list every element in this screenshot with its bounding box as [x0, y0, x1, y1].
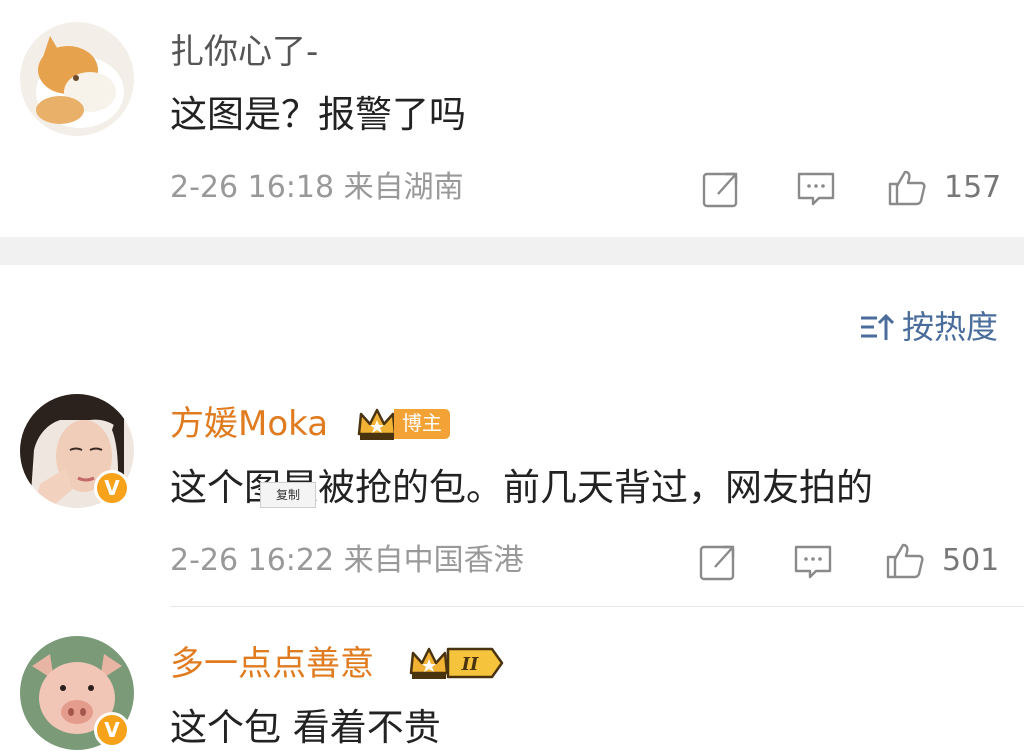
- share-icon[interactable]: [700, 168, 742, 210]
- blogger-tag: 博主: [394, 409, 450, 439]
- comment-icon[interactable]: [792, 541, 834, 583]
- verified-badge: V: [94, 712, 130, 748]
- like-count: 157: [944, 170, 1002, 205]
- username[interactable]: 方媛Moka: [170, 404, 328, 444]
- level-badge[interactable]: II: [408, 643, 504, 683]
- timestamp: 2-26 16:22: [170, 543, 335, 578]
- location: 来自湖南: [343, 170, 464, 205]
- username[interactable]: 扎你心了-: [170, 32, 318, 72]
- sort-by-hot-button[interactable]: 按热度: [858, 308, 998, 346]
- comment-icon[interactable]: [795, 168, 837, 210]
- crown-icon: [409, 647, 449, 679]
- username[interactable]: 多一点点善意: [170, 644, 374, 684]
- avatar-woman[interactable]: V: [20, 394, 134, 508]
- cat-avatar-icon: [20, 22, 134, 136]
- timestamp: 2-26 16:18: [170, 170, 335, 205]
- comment-meta: 2-26 16:22 来自中国香港: [170, 543, 524, 579]
- copy-menu-item[interactable]: 复制: [260, 482, 316, 508]
- comment-text: 这图是？报警了吗: [170, 93, 466, 136]
- thumbs-up-icon[interactable]: [884, 539, 926, 581]
- blogger-badge[interactable]: 博主: [356, 404, 450, 444]
- like-count: 501: [942, 543, 1000, 578]
- sort-icon: [860, 313, 894, 340]
- share-icon[interactable]: [697, 541, 739, 583]
- verified-badge: V: [94, 470, 130, 506]
- level-tag: II: [446, 647, 504, 679]
- level-label: II: [461, 654, 479, 675]
- comment-divider: [170, 606, 1024, 607]
- avatar-pig[interactable]: V: [20, 636, 134, 750]
- sort-label: 按热度: [901, 308, 998, 346]
- avatar-cat[interactable]: [20, 22, 134, 136]
- comment-text: 这个包 看着不贵: [170, 706, 441, 749]
- comment-meta: 2-26 16:18 来自湖南: [170, 170, 464, 206]
- thumbs-up-icon[interactable]: [886, 166, 928, 208]
- location: 来自中国香港: [343, 543, 524, 578]
- crown-icon: [357, 408, 397, 440]
- comment-feed: 扎你心了- 这图是？报警了吗 2-26 16:18 来自湖南 157 按热度 V…: [0, 0, 1024, 752]
- section-divider: [0, 237, 1024, 265]
